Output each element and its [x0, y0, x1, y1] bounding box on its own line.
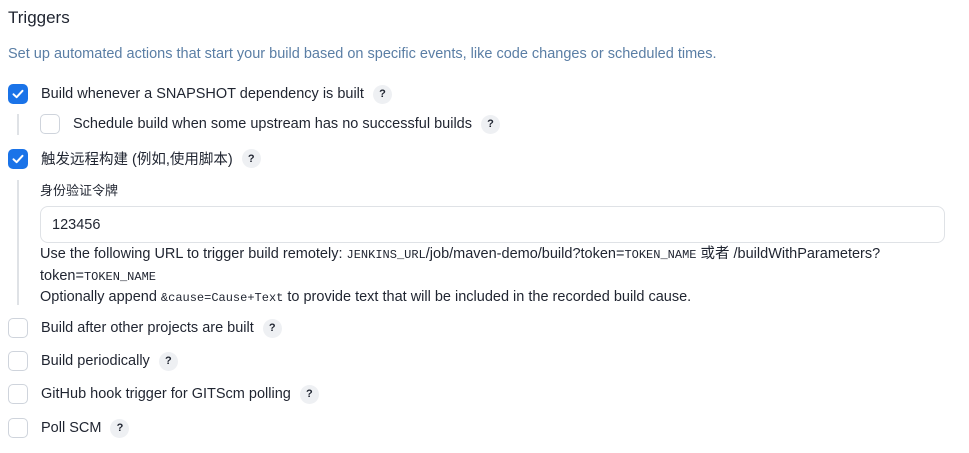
trigger-github-hook-row: GitHub hook trigger for GITScm polling ? — [8, 384, 319, 404]
upstream-schedule-checkbox[interactable] — [40, 114, 60, 134]
snapshot-checkbox[interactable] — [8, 84, 28, 104]
github-hook-help-icon[interactable]: ? — [299, 384, 319, 404]
github-hook-checkbox[interactable] — [8, 384, 28, 404]
periodically-checkbox[interactable] — [8, 351, 28, 371]
after-other-checkbox[interactable] — [8, 318, 28, 338]
upstream-schedule-label: Schedule build when some upstream has no… — [73, 116, 472, 132]
remote-trigger-checkbox[interactable] — [8, 148, 28, 169]
nested-options-line — [17, 180, 19, 305]
url-text: 或者 /buildWithParameters? — [696, 246, 881, 262]
snapshot-label: Build whenever a SNAPSHOT dependency is … — [41, 86, 364, 102]
section-description: Set up automated actions that start your… — [8, 46, 717, 62]
url-code: TOKEN_NAME — [83, 269, 156, 284]
append-text: to provide text that will be included in… — [283, 289, 692, 305]
trigger-snapshot-row: Build whenever a SNAPSHOT dependency is … — [8, 84, 392, 104]
snapshot-help-icon[interactable]: ? — [372, 84, 392, 104]
after-other-help-icon[interactable]: ? — [262, 318, 282, 338]
trigger-upstream-schedule-row: Schedule build when some upstream has no… — [40, 114, 500, 134]
checkmark-icon — [12, 154, 24, 163]
nested-options-line — [17, 114, 19, 135]
trigger-remote-row: 触发远程构建 (例如,使用脚本) ? — [8, 148, 261, 169]
poll-scm-label: Poll SCM — [41, 420, 102, 436]
periodically-help-icon[interactable]: ? — [158, 351, 178, 371]
remote-url-help: Use the following URL to trigger build r… — [40, 244, 940, 309]
url-code: TOKEN_NAME — [624, 248, 697, 262]
github-hook-label: GitHub hook trigger for GITScm polling — [41, 386, 291, 402]
checkmark-icon — [12, 89, 24, 99]
auth-token-input[interactable] — [40, 206, 945, 243]
trigger-after-other-row: Build after other projects are built ? — [8, 318, 282, 338]
poll-scm-help-icon[interactable]: ? — [110, 418, 130, 438]
remote-trigger-label: 触发远程构建 (例如,使用脚本) — [41, 152, 233, 168]
poll-scm-checkbox[interactable] — [8, 418, 28, 438]
append-text: Optionally append — [40, 289, 161, 305]
periodically-label: Build periodically — [41, 353, 150, 369]
url-code: JENKINS_URL — [346, 248, 426, 262]
upstream-schedule-help-icon[interactable]: ? — [480, 114, 500, 134]
append-code: &cause=Cause+Text — [160, 291, 284, 305]
trigger-poll-scm-row: Poll SCM ? — [8, 418, 130, 438]
url-text: token= — [40, 267, 84, 284]
remote-trigger-help-icon[interactable]: ? — [241, 149, 261, 168]
url-text: Use the following URL to trigger build r… — [40, 246, 347, 262]
trigger-periodically-row: Build periodically ? — [8, 351, 178, 371]
section-title: Triggers — [8, 8, 70, 27]
after-other-label: Build after other projects are built — [41, 320, 254, 336]
url-text: /job/maven-demo/build?token= — [425, 246, 625, 262]
auth-token-label: 身份验证令牌 — [40, 183, 119, 198]
